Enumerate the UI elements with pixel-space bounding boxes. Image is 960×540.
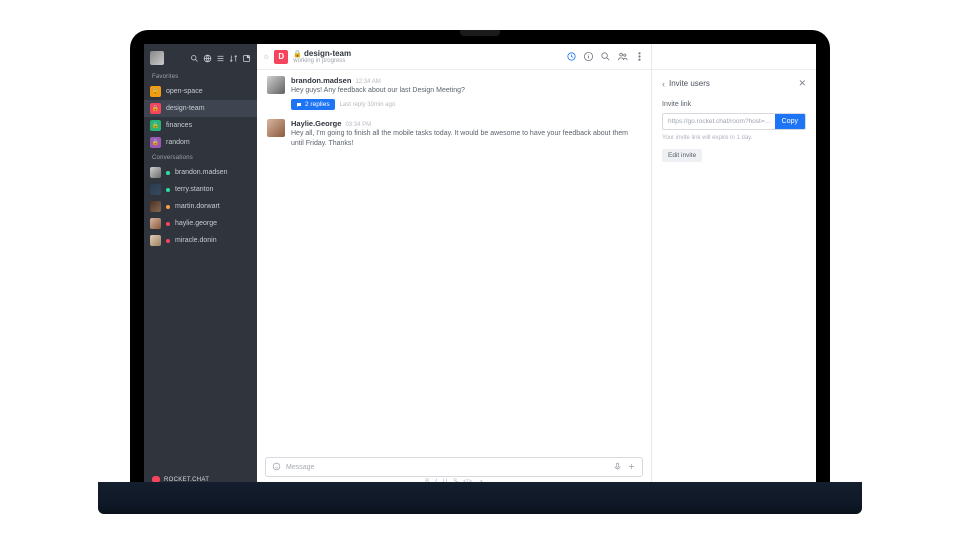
message-list: brandon.madsen 12:34 AM Hey guys! Any fe… [257,70,651,451]
avatar[interactable] [267,119,285,137]
dm-name: miracle.donin [175,237,217,244]
lock-icon: 🔒 [293,50,302,58]
message-text: Hey all, I'm going to finish all the mob… [291,129,641,148]
replies-meta: Last reply 30min ago [340,102,396,108]
globe-icon[interactable] [203,54,212,63]
copy-button[interactable]: Copy [775,114,805,129]
avatar [150,218,161,229]
composer-placeholder: Message [286,464,608,471]
message-author[interactable]: brandon.madsen [291,76,351,85]
channel-finances[interactable]: 🔒 finances [144,117,257,134]
dm-name: terry.stanton [175,186,213,193]
avatar[interactable] [267,76,285,94]
search-icon[interactable] [599,51,611,63]
panel-title: Invite users [669,79,794,88]
lock-icon: 🔒 [152,139,159,146]
channel-topic: working in progress [293,58,351,64]
thread-icon[interactable] [565,51,577,63]
dm-terry-stanton[interactable]: terry.stanton [144,181,257,198]
sort-icon[interactable] [229,54,238,63]
channel-random[interactable]: 🔒 random [144,134,257,151]
search-icon[interactable] [190,54,199,63]
channel-title: design-team [304,49,351,58]
message: brandon.madsen 12:34 AM Hey guys! Any fe… [267,76,641,110]
channel-badge: D [274,50,288,64]
channel-name: finances [166,122,192,129]
avatar [150,184,161,195]
status-dot [166,239,170,243]
message-text: Hey guys! Any feedback about our last De… [291,86,641,95]
replies-count: 2 replies [305,101,330,108]
message-time: 03:34 PM [345,122,371,128]
channel-name: open-space [166,88,203,95]
main-area: ☆ D 🔒 design-team working in progress [257,44,652,490]
dm-brandon-madsen[interactable]: brandon.madsen [144,164,257,181]
invite-link-value[interactable]: https://go.rocket.chat/room?host=… [663,114,775,129]
channel-design-team[interactable]: 🔒 design-team [144,100,257,117]
dm-name: brandon.madsen [175,169,228,176]
plus-icon[interactable] [627,462,636,473]
sidebar-header [144,44,257,70]
message-time: 12:34 AM [355,79,380,85]
avatar [150,235,161,246]
avatar [150,201,161,212]
dm-miracle-donin[interactable]: miracle.donin [144,232,257,249]
dm-name: martin.dorwart [175,203,220,210]
status-dot [166,171,170,175]
conversations-section-label: Conversations [144,151,257,164]
message-composer[interactable]: Message [265,457,643,477]
emoji-icon[interactable] [272,462,281,473]
channel-header: ☆ D 🔒 design-team working in progress [257,44,651,70]
message: Haylie.George 03:34 PM Hey all, I'm goin… [267,119,641,148]
channel-name: design-team [166,105,205,112]
back-icon[interactable]: ‹ [662,79,665,89]
status-dot [166,188,170,192]
replies-button[interactable]: 2 replies [291,99,335,110]
channel-open-space[interactable]: 🔒 open-space [144,83,257,100]
kebab-icon[interactable] [633,51,645,63]
lock-icon: 🔒 [152,88,159,95]
favorites-section-label: Favorites [144,70,257,83]
sidebar: Favorites 🔒 open-space 🔒 design-team 🔒 f… [144,44,257,490]
invite-hint: Your invite link will expire in 1 day. [662,135,806,141]
status-dot [166,205,170,209]
star-icon[interactable]: ☆ [263,53,269,61]
mic-icon[interactable] [613,462,622,473]
avatar [150,167,161,178]
info-icon[interactable] [582,51,594,63]
close-icon[interactable]: ✕ [798,78,806,89]
workspace-avatar[interactable] [150,51,164,65]
dm-martin-dorwart[interactable]: martin.dorwart [144,198,257,215]
create-icon[interactable] [242,54,251,63]
invite-link-label: Invite link [662,101,806,108]
dm-name: haylie.george [175,220,217,227]
display-icon[interactable] [216,54,225,63]
channel-name: random [166,139,190,146]
status-dot [166,222,170,226]
edit-invite-button[interactable]: Edit invite [662,149,702,162]
app-window: Favorites 🔒 open-space 🔒 design-team 🔒 f… [144,44,816,490]
lock-icon: 🔒 [152,105,159,112]
members-icon[interactable] [616,51,628,63]
contextual-panel: ‹ Invite users ✕ Invite link https://go.… [652,44,816,490]
lock-icon: 🔒 [152,122,159,129]
dm-haylie-george[interactable]: haylie.george [144,215,257,232]
message-author[interactable]: Haylie.George [291,119,341,128]
invite-link-field: https://go.rocket.chat/room?host=… Copy [662,113,806,130]
